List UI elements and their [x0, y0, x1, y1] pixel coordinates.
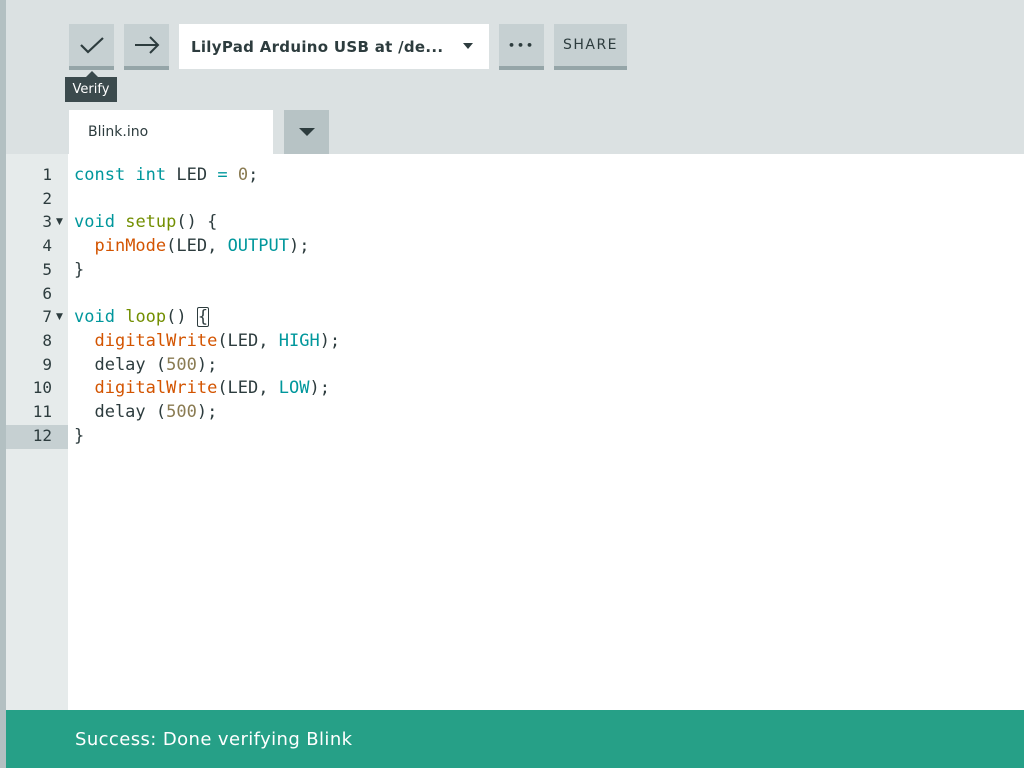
code-line: delay (500);	[74, 400, 217, 424]
share-button[interactable]: SHARE	[554, 24, 627, 70]
checkmark-icon	[79, 37, 104, 54]
code-line: }	[74, 258, 84, 282]
code-token: LOW	[278, 378, 310, 399]
code-token: pinMode	[94, 236, 167, 257]
code-token: loop	[125, 307, 167, 328]
code-token: (LED,	[166, 236, 228, 257]
code-line: void loop() {	[74, 305, 210, 329]
code-token: );	[309, 378, 330, 399]
code-token: void	[74, 212, 115, 233]
verify-tooltip: Verify	[65, 77, 117, 102]
triangle-down-icon	[298, 128, 315, 136]
tab-label: Blink.ino	[88, 124, 149, 140]
line-number: 2	[42, 188, 52, 208]
line-number: 4	[42, 236, 52, 256]
code-line: const int LED = 0;	[74, 163, 258, 187]
code-token: );	[288, 236, 310, 257]
code-token: );	[196, 402, 218, 422]
ellipsis-icon: •••	[507, 38, 536, 52]
line-number: 5	[42, 259, 52, 279]
code-token: ;	[248, 165, 259, 185]
board-selector-label: LilyPad Arduino USB at /de...	[191, 37, 444, 56]
code-token: 500	[166, 402, 197, 422]
code-token: () {	[176, 212, 218, 233]
status-message: Success: Done verifying Blink	[75, 728, 353, 750]
code-token: void	[74, 307, 115, 328]
code-line: void setup() {	[74, 210, 217, 234]
code-token: digitalWrite	[94, 378, 218, 399]
code-token: {	[196, 307, 210, 328]
line-number: 12	[32, 425, 52, 445]
code-line: digitalWrite(LED, HIGH);	[74, 329, 340, 353]
code-token: (LED,	[217, 378, 279, 399]
code-token: 500	[166, 354, 197, 375]
more-options-button[interactable]: •••	[499, 24, 544, 70]
code-token: const	[74, 165, 126, 185]
code-token: setup	[125, 212, 177, 233]
code-line: delay (500);	[74, 353, 217, 377]
line-number: 11	[32, 402, 52, 421]
code-token: }	[74, 425, 85, 446]
code-line: pinMode(LED, OUTPUT);	[74, 234, 309, 258]
code-token: HIGH	[278, 330, 320, 351]
board-selector[interactable]: LilyPad Arduino USB at /de...	[179, 24, 489, 69]
verify-button[interactable]	[69, 24, 114, 70]
chevron-down-icon	[463, 43, 473, 49]
code-token: (LED,	[217, 330, 279, 351]
line-number: 6	[42, 283, 52, 303]
fold-toggle-icon[interactable]: ▼	[56, 210, 63, 234]
code-token: ()	[166, 307, 197, 328]
tab-menu-button[interactable]	[284, 110, 329, 154]
code-token: 0	[237, 165, 249, 185]
code-token: delay (	[74, 402, 167, 422]
arrow-right-icon	[134, 36, 159, 54]
line-number: 7	[42, 307, 52, 327]
code-token: );	[196, 354, 218, 375]
fold-toggle-icon[interactable]: ▼	[56, 305, 63, 329]
code-token: OUTPUT	[227, 236, 289, 257]
code-token: int	[135, 165, 167, 185]
code-token: delay (	[74, 354, 167, 375]
code-token: =	[217, 165, 228, 185]
line-number: 3	[42, 212, 52, 232]
upload-button[interactable]	[124, 24, 169, 70]
code-token: );	[319, 330, 341, 351]
line-number: 1	[42, 165, 52, 184]
tab-blink-ino[interactable]: Blink.ino	[69, 110, 273, 154]
line-number: 8	[42, 330, 52, 350]
line-number: 10	[32, 378, 52, 398]
code-token: }	[74, 259, 85, 280]
status-bar: Success: Done verifying Blink	[6, 710, 1024, 768]
code-line: digitalWrite(LED, LOW);	[74, 376, 330, 400]
line-number: 9	[42, 354, 52, 374]
code-token: LED	[166, 165, 218, 185]
code-line: }	[74, 424, 84, 448]
code-token: digitalWrite	[94, 330, 218, 351]
